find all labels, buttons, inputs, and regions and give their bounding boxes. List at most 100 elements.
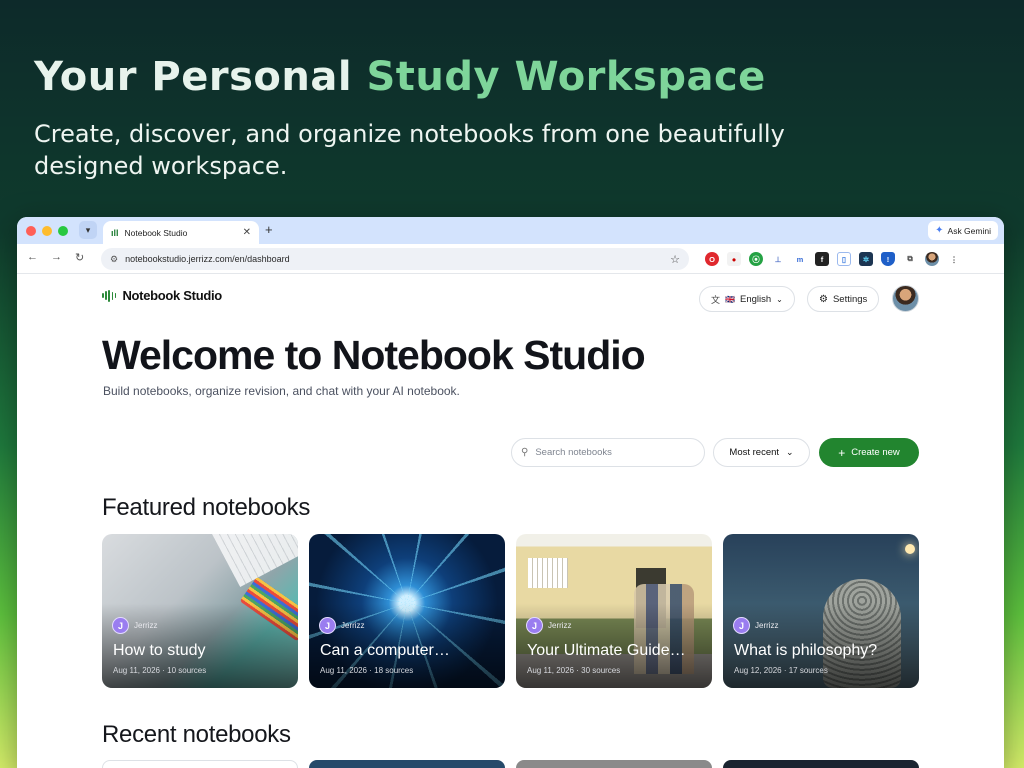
language-label: English bbox=[739, 293, 772, 305]
sort-label: Most recent bbox=[729, 447, 780, 458]
user-avatar[interactable] bbox=[892, 285, 919, 312]
recent-card[interactable] bbox=[723, 760, 919, 768]
card-title: Can a computer… bbox=[320, 642, 450, 659]
soundwave-logo-icon bbox=[102, 289, 117, 302]
flag-extension-icon[interactable]: ● bbox=[727, 252, 741, 266]
featured-card[interactable]: J Jerrizz What is philosophy? Aug 12, 20… bbox=[723, 534, 919, 688]
featured-section-title: Featured notebooks bbox=[102, 494, 311, 521]
card-date: Aug 12, 2026 bbox=[734, 666, 782, 675]
green-extension-icon[interactable]: ⦿ bbox=[749, 252, 763, 266]
create-new-label: Create new bbox=[851, 447, 900, 458]
reload-icon[interactable]: ↻ bbox=[75, 251, 84, 264]
card-date: Aug 11, 2026 bbox=[113, 666, 161, 675]
close-tab-icon[interactable]: ✕ bbox=[243, 227, 251, 238]
hero-title-accent: Study Workspace bbox=[366, 54, 766, 100]
chevron-down-icon: ⌄ bbox=[776, 294, 783, 304]
card-meta: Aug 11, 2026 · 10 sources bbox=[113, 666, 207, 675]
translate-icon: 文 bbox=[711, 294, 721, 305]
puzzle-extensions-icon[interactable]: ⧉ bbox=[903, 252, 917, 266]
card-author: J Jerrizz bbox=[733, 617, 779, 634]
browser-tab-bar: ▾ ıll Notebook Studio ✕ + ✦ Ask Gemini bbox=[17, 217, 1004, 244]
browser-tab[interactable]: ıll Notebook Studio ✕ bbox=[103, 221, 259, 244]
gear-icon: ⚙ bbox=[819, 293, 828, 305]
maximize-window-button[interactable] bbox=[58, 226, 68, 236]
ask-gemini-button[interactable]: ✦ Ask Gemini bbox=[928, 221, 998, 240]
doc-extension-icon[interactable]: ▯ bbox=[837, 252, 851, 266]
ask-gemini-label: Ask Gemini bbox=[947, 225, 991, 236]
recent-card[interactable] bbox=[516, 760, 712, 768]
new-tab-button[interactable]: + bbox=[265, 222, 273, 237]
browser-window: ▾ ıll Notebook Studio ✕ + ✦ Ask Gemini ←… bbox=[17, 217, 1004, 768]
author-avatar: J bbox=[319, 617, 336, 634]
recent-section-title: Recent notebooks bbox=[102, 721, 291, 748]
page-subtitle: Build notebooks, organize revision, and … bbox=[103, 384, 460, 398]
site-info-icon[interactable]: ⚙ bbox=[110, 254, 118, 265]
page-title: Welcome to Notebook Studio bbox=[102, 332, 646, 378]
featured-card[interactable]: J Jerrizz Can a computer… Aug 11, 2026 ·… bbox=[309, 534, 505, 688]
card-title: Your Ultimate Guide… bbox=[527, 642, 686, 659]
search-input[interactable] bbox=[535, 447, 686, 458]
minimize-window-button[interactable] bbox=[42, 226, 52, 236]
card-sources: 18 sources bbox=[374, 666, 414, 675]
app-logo-text: Notebook Studio bbox=[122, 288, 222, 303]
hero-title-main: Your Personal bbox=[34, 54, 367, 100]
forward-arrow-icon[interactable]: → bbox=[51, 251, 62, 263]
hero-title: Your Personal Study Workspace bbox=[34, 54, 766, 100]
m-extension-icon[interactable]: m bbox=[793, 252, 807, 266]
create-new-button[interactable]: + Create new bbox=[819, 438, 919, 467]
author-name: Jerrizz bbox=[341, 621, 365, 630]
author-avatar: J bbox=[112, 617, 129, 634]
card-title: What is philosophy? bbox=[734, 642, 878, 659]
plus-icon: + bbox=[838, 445, 846, 460]
author-name: Jerrizz bbox=[548, 621, 572, 630]
font-extension-icon[interactable]: f bbox=[815, 252, 829, 266]
address-bar[interactable]: ⚙ notebookstudio.jerrizz.com/en/dashboar… bbox=[101, 248, 689, 270]
notebook-logo-icon: ıll bbox=[111, 227, 119, 238]
recent-card[interactable] bbox=[102, 760, 298, 768]
card-meta: Aug 11, 2026 · 30 sources bbox=[527, 666, 621, 675]
recent-cards bbox=[102, 760, 919, 768]
settings-label: Settings bbox=[832, 293, 868, 305]
featured-cards: J Jerrizz How to study Aug 11, 2026 · 10… bbox=[102, 534, 919, 688]
react-extension-icon[interactable]: ✲ bbox=[859, 252, 873, 266]
gemini-sparkle-icon: ✦ bbox=[935, 225, 944, 236]
card-sources: 30 sources bbox=[581, 666, 621, 675]
browser-toolbar: ← → ↻ ⚙ notebookstudio.jerrizz.com/en/da… bbox=[17, 244, 1004, 274]
card-author: J Jerrizz bbox=[526, 617, 572, 634]
uk-flag-icon: 🇬🇧 bbox=[725, 294, 735, 304]
settings-button[interactable]: ⚙ Settings bbox=[807, 286, 880, 312]
card-date: Aug 11, 2026 bbox=[320, 666, 368, 675]
pin-extension-icon[interactable]: ⊥ bbox=[771, 252, 785, 266]
back-arrow-icon[interactable]: ← bbox=[27, 251, 38, 263]
author-avatar: J bbox=[733, 617, 750, 634]
chevron-down-icon: ⌄ bbox=[786, 447, 794, 457]
browser-menu-icon[interactable]: ⋮ bbox=[947, 252, 961, 266]
card-date: Aug 11, 2026 bbox=[527, 666, 575, 675]
hero-subtitle: Create, discover, and organize notebooks… bbox=[34, 120, 785, 180]
featured-card[interactable]: J Jerrizz How to study Aug 11, 2026 · 10… bbox=[102, 534, 298, 688]
browser-tab-title: Notebook Studio bbox=[124, 227, 188, 238]
url-text[interactable]: notebookstudio.jerrizz.com/en/dashboard bbox=[125, 254, 663, 264]
shield-extension-icon[interactable]: ! bbox=[881, 252, 895, 266]
search-box[interactable]: ⚲ bbox=[511, 438, 705, 467]
language-selector[interactable]: 文 🇬🇧 English ⌄ bbox=[699, 286, 795, 312]
dashboard-page: Notebook Studio 文 🇬🇧 English ⌄ ⚙ Setting… bbox=[17, 274, 1004, 768]
recent-card[interactable] bbox=[309, 760, 505, 768]
close-window-button[interactable] bbox=[26, 226, 36, 236]
tab-search-button[interactable]: ▾ bbox=[79, 221, 97, 239]
card-title: How to study bbox=[113, 642, 206, 659]
card-author: J Jerrizz bbox=[319, 617, 365, 634]
profile-avatar-icon[interactable] bbox=[925, 252, 939, 266]
sort-dropdown[interactable]: Most recent ⌄ bbox=[713, 438, 810, 467]
search-icon: ⚲ bbox=[521, 447, 529, 458]
card-sources: 10 sources bbox=[167, 666, 207, 675]
bookmark-star-icon[interactable]: ☆ bbox=[670, 253, 680, 266]
extensions-row: O ● ⦿ ⊥ m f ▯ ✲ ! ⧉ ⋮ bbox=[705, 251, 961, 267]
card-author: J Jerrizz bbox=[112, 617, 158, 634]
card-sources: 17 sources bbox=[788, 666, 828, 675]
featured-card[interactable]: J Jerrizz Your Ultimate Guide… Aug 11, 2… bbox=[516, 534, 712, 688]
author-avatar: J bbox=[526, 617, 543, 634]
opera-extension-icon[interactable]: O bbox=[705, 252, 719, 266]
card-meta: Aug 11, 2026 · 18 sources bbox=[320, 666, 414, 675]
app-logo[interactable]: Notebook Studio bbox=[102, 288, 222, 303]
